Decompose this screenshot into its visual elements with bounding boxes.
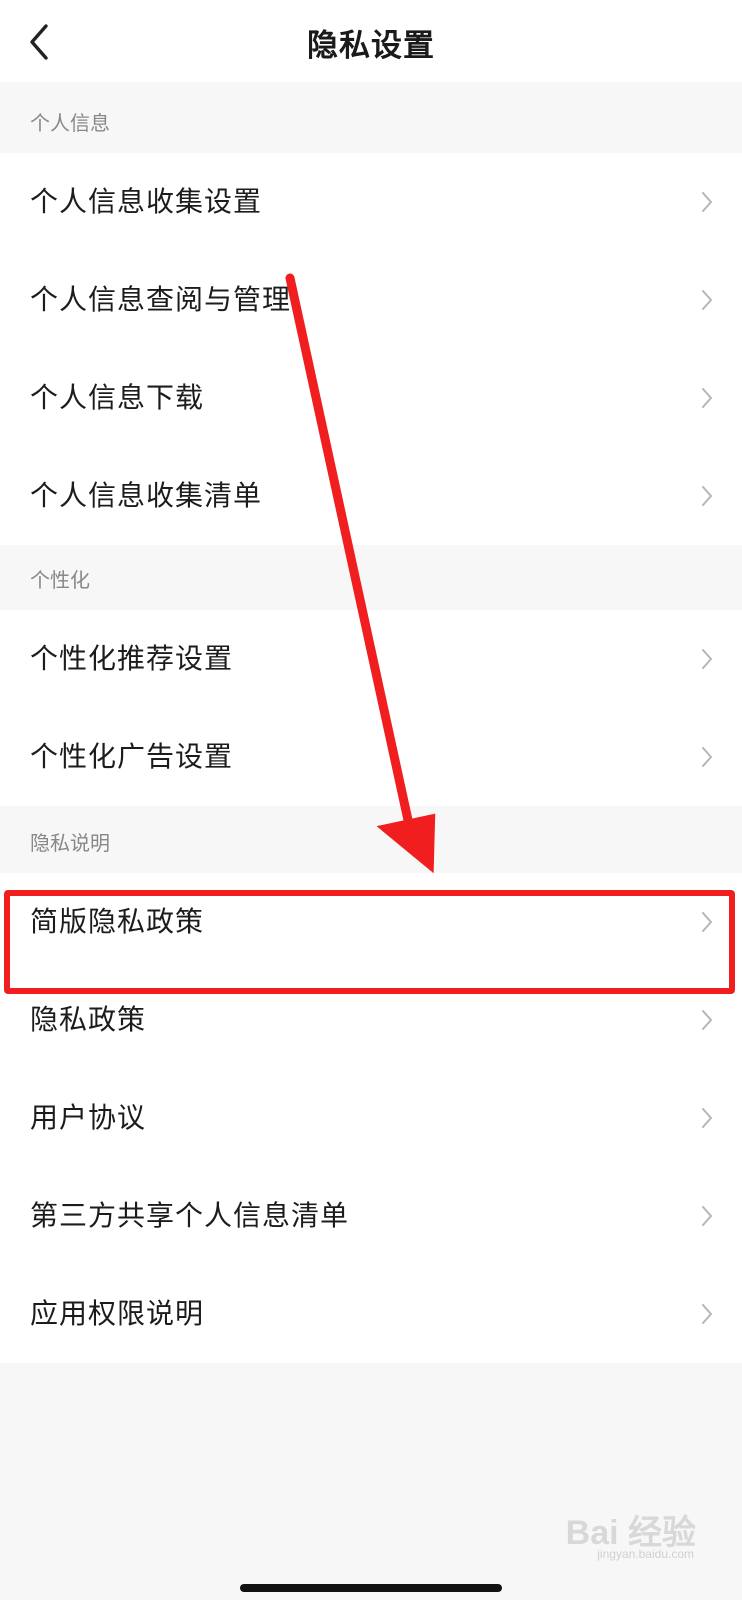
menu-item-info-collection-settings[interactable]: 个人信息收集设置 — [0, 153, 742, 251]
chevron-right-icon — [702, 747, 712, 767]
settings-group-privacy-notes: 简版隐私政策 隐私政策 用户协议 第三方共享个人信息清单 应用权限说明 — [0, 873, 742, 1363]
chevron-right-icon — [702, 192, 712, 212]
chevron-right-icon — [702, 486, 712, 506]
chevron-right-icon — [702, 1108, 712, 1128]
menu-item-label: 简版隐私政策 — [30, 905, 205, 938]
menu-item-brief-privacy-policy[interactable]: 简版隐私政策 — [0, 873, 742, 971]
menu-item-personalized-recommendation[interactable]: 个性化推荐设置 — [0, 610, 742, 708]
settings-group-personal-info: 个人信息收集设置 个人信息查阅与管理 个人信息下载 个人信息收集清单 — [0, 153, 742, 545]
section-header-personalization: 个性化 — [30, 568, 90, 592]
menu-item-info-collection-list[interactable]: 个人信息收集清单 — [0, 447, 742, 545]
home-indicator[interactable] — [240, 1584, 502, 1592]
menu-item-label: 个性化推荐设置 — [30, 642, 234, 675]
chevron-right-icon — [702, 1010, 712, 1030]
menu-item-third-party-sharing-list[interactable]: 第三方共享个人信息清单 — [0, 1167, 742, 1265]
chevron-right-icon — [702, 912, 712, 932]
menu-item-label: 隐私政策 — [30, 1003, 147, 1036]
menu-item-personalized-ads[interactable]: 个性化广告设置 — [0, 708, 742, 806]
menu-item-privacy-policy[interactable]: 隐私政策 — [0, 971, 742, 1069]
menu-item-label: 个人信息收集设置 — [30, 185, 263, 218]
menu-item-label: 应用权限说明 — [30, 1297, 205, 1330]
menu-item-label: 个人信息下载 — [30, 381, 205, 414]
section-header-privacy-notes: 隐私说明 — [30, 831, 110, 855]
menu-item-label: 用户协议 — [30, 1101, 147, 1134]
chevron-right-icon — [702, 290, 712, 310]
chevron-right-icon — [702, 1304, 712, 1324]
menu-item-info-view-manage[interactable]: 个人信息查阅与管理 — [0, 251, 742, 349]
section-header-personal-info: 个人信息 — [30, 111, 110, 135]
settings-group-personalization: 个性化推荐设置 个性化广告设置 — [0, 610, 742, 806]
watermark-url: jingyan.baidu.com — [597, 1547, 694, 1561]
menu-item-info-download[interactable]: 个人信息下载 — [0, 349, 742, 447]
nav-bar: 隐私设置 — [0, 0, 742, 82]
menu-item-app-permissions[interactable]: 应用权限说明 — [0, 1265, 742, 1363]
menu-item-label: 个性化广告设置 — [30, 740, 234, 773]
chevron-right-icon — [702, 388, 712, 408]
menu-item-label: 个人信息查阅与管理 — [30, 283, 292, 316]
chevron-right-icon — [702, 649, 712, 669]
menu-item-label: 个人信息收集清单 — [30, 479, 263, 512]
page-title: 隐私设置 — [307, 28, 435, 64]
menu-item-label: 第三方共享个人信息清单 — [30, 1199, 350, 1232]
menu-item-user-agreement[interactable]: 用户协议 — [0, 1069, 742, 1167]
chevron-right-icon — [702, 1206, 712, 1226]
